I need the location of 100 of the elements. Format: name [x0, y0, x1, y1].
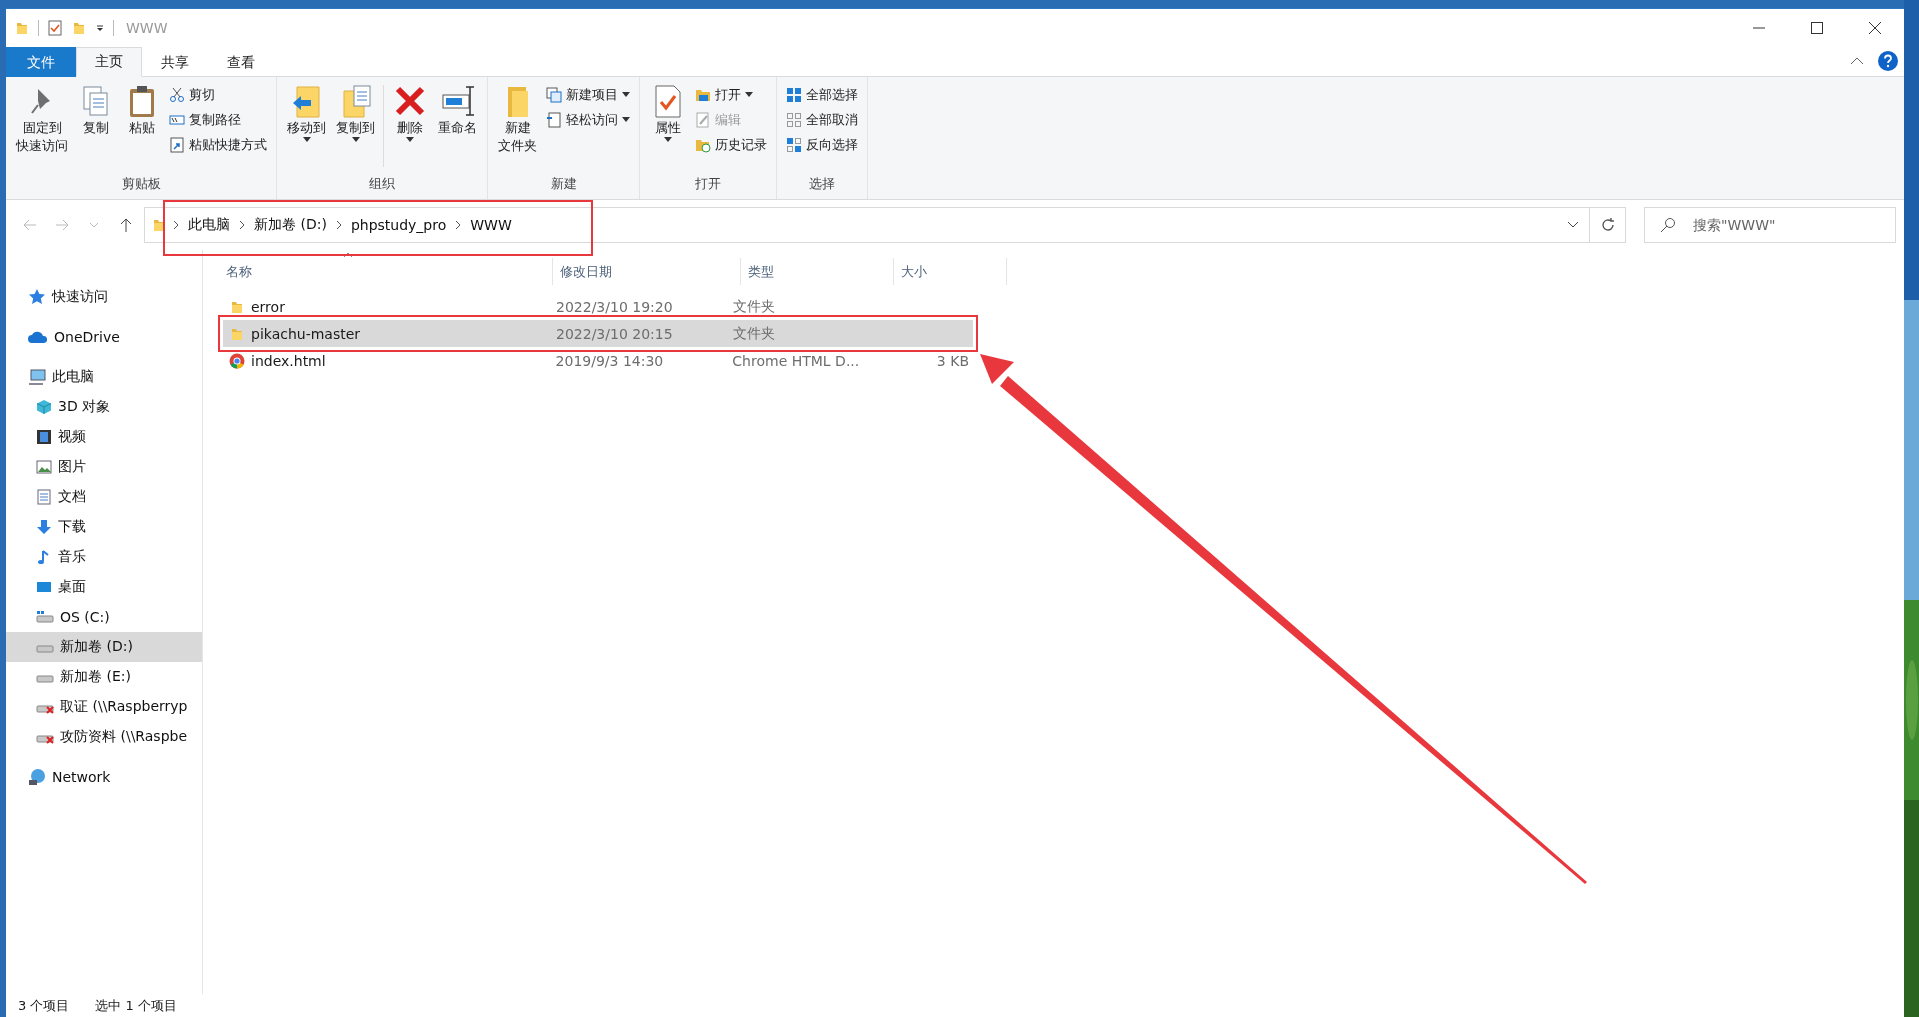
help-icon	[1878, 51, 1898, 71]
ribbon-button[interactable]: 全部选择	[783, 83, 861, 106]
status-text: 选中 1 个项目	[95, 997, 177, 1015]
scissors-icon	[169, 86, 185, 103]
sort-ascending-icon	[343, 252, 353, 258]
film-icon	[36, 429, 52, 445]
group-label: 新建	[549, 175, 578, 193]
ribbon-button[interactable]: 打开	[692, 83, 770, 106]
refresh-button[interactable]	[1590, 207, 1626, 243]
ribbon-button[interactable]: 轻松访问	[543, 108, 633, 131]
ribbon-button[interactable]: 属性	[646, 81, 690, 175]
dropdown-chevron-icon	[1567, 221, 1579, 229]
nav-item[interactable]: OS (C:)	[6, 602, 202, 632]
nav-item[interactable]: 下载	[6, 512, 202, 542]
file-row[interactable]: error 2022/3/10 19:20 文件夹	[223, 293, 973, 320]
windows-drive-icon	[36, 610, 54, 624]
nav-item[interactable]: 攻防资料 (\\Raspbe	[6, 722, 202, 752]
address-bar[interactable]: 此电脑 新加卷 (D:) phpstudy_pro WWW	[144, 207, 1590, 243]
refresh-icon	[1599, 217, 1616, 233]
column-header[interactable]: 类型	[741, 258, 894, 285]
left-arrow-icon	[23, 219, 37, 231]
nav-item[interactable]: 取证 (\\Raspberryp	[6, 692, 202, 722]
nav-item[interactable]: 桌面	[6, 572, 202, 602]
ribbon-button[interactable]: 移动到	[283, 81, 330, 175]
ribbon-button[interactable]: 新建项目	[543, 83, 633, 106]
modified-date: 2019/9/3 14:30	[554, 352, 665, 369]
ribbon-tab[interactable]: 文件	[6, 47, 76, 77]
up-arrow-icon	[120, 218, 132, 232]
nav-item[interactable]: Network	[6, 762, 202, 792]
column-header[interactable]: 大小	[894, 258, 1007, 285]
group-label: 剪贴板	[120, 175, 162, 193]
network-icon	[28, 768, 46, 786]
maximize-icon	[1811, 21, 1823, 34]
nav-item[interactable]: 新加卷 (E:)	[6, 662, 202, 692]
close-icon	[1869, 21, 1881, 34]
ribbon-button[interactable]: 复制到	[332, 81, 379, 175]
edit-icon	[695, 111, 711, 128]
ribbon-button[interactable]: 复制路径	[166, 108, 270, 131]
nav-item[interactable]: 音乐	[6, 542, 202, 572]
collapse-chevron-icon	[1850, 56, 1864, 66]
ribbon-button[interactable]: 复制	[74, 81, 118, 175]
search-field[interactable]: 搜索"WWW"	[1644, 207, 1896, 243]
document-icon	[36, 489, 52, 505]
cloud-icon	[28, 330, 48, 344]
ribbon-button[interactable]: 粘贴快捷方式	[166, 133, 270, 156]
computer-icon	[28, 369, 46, 385]
nav-item[interactable]: 新加卷 (D:)	[6, 632, 202, 662]
download-arrow-icon	[36, 519, 52, 535]
image-icon	[36, 459, 52, 475]
ribbon-tab[interactable]: 共享	[142, 47, 208, 77]
desktop-icon	[36, 579, 52, 595]
file-type: 文件夹	[732, 324, 776, 343]
chevron-icon	[455, 220, 462, 230]
new-item-icon	[546, 86, 562, 103]
ribbon-tab[interactable]: 主页	[76, 47, 142, 77]
breadcrumb-item[interactable]: WWW	[467, 215, 515, 235]
group-label: 组织	[368, 175, 396, 193]
breadcrumb-item[interactable]: 新加卷 (D:)	[251, 214, 330, 236]
modified-date: 2022/3/10 20:15	[555, 325, 674, 342]
breadcrumb-item[interactable]: 此电脑	[185, 214, 233, 236]
nav-item[interactable]: OneDrive	[6, 322, 202, 352]
breadcrumb-item[interactable]: phpstudy_pro	[347, 215, 450, 235]
file-row[interactable]: index.html 2019/9/3 14:30 Chrome HTML D... 3 KB	[223, 347, 973, 374]
ribbon-button[interactable]: 新建 文件夹	[494, 81, 541, 175]
modified-date: 2022/3/10 19:20	[555, 298, 674, 315]
easy-access-icon	[546, 111, 562, 128]
file-type: Chrome HTML D...	[731, 352, 861, 369]
window-title: WWW	[126, 19, 168, 36]
checklist-icon	[47, 19, 63, 36]
nav-item[interactable]: 文档	[6, 482, 202, 512]
group-label: 打开	[694, 175, 722, 193]
ribbon-button[interactable]: 全部取消	[783, 108, 861, 131]
nav-item[interactable]: 快速访问	[6, 282, 202, 312]
ribbon-button[interactable]: 反向选择	[783, 133, 861, 156]
nav-item[interactable]: 此电脑	[6, 362, 202, 392]
nav-item[interactable]: 3D 对象	[6, 392, 202, 422]
nav-item[interactable]: 视频	[6, 422, 202, 452]
file-size: 3 KB	[935, 352, 970, 369]
dropdown-icon	[95, 22, 105, 33]
ribbon-button[interactable]: 删除	[388, 81, 432, 175]
ribbon-button[interactable]: 重命名	[434, 81, 481, 175]
cube-icon	[36, 399, 52, 415]
chevron-icon	[173, 220, 179, 230]
ribbon-button[interactable]: 剪切	[166, 83, 270, 106]
chevron-icon	[239, 220, 245, 230]
ribbon-button[interactable]: 固定到 快速访问	[12, 81, 72, 175]
right-arrow-icon	[55, 219, 69, 231]
file-name: pikachu-master	[223, 325, 551, 342]
ribbon-button[interactable]: 粘贴	[120, 81, 164, 175]
group-label: 选择	[808, 175, 836, 193]
column-header[interactable]: 修改日期	[553, 258, 741, 285]
rename-icon	[439, 83, 476, 119]
chevron-icon	[335, 220, 342, 230]
file-name: error	[223, 298, 551, 315]
shortcut-icon	[169, 136, 185, 153]
nav-item[interactable]: 图片	[6, 452, 202, 482]
ribbon-tab[interactable]: 查看	[208, 47, 274, 77]
star-icon	[28, 288, 46, 306]
ribbon-button[interactable]: 历史记录	[692, 133, 770, 156]
column-header[interactable]: 名称	[219, 258, 553, 285]
